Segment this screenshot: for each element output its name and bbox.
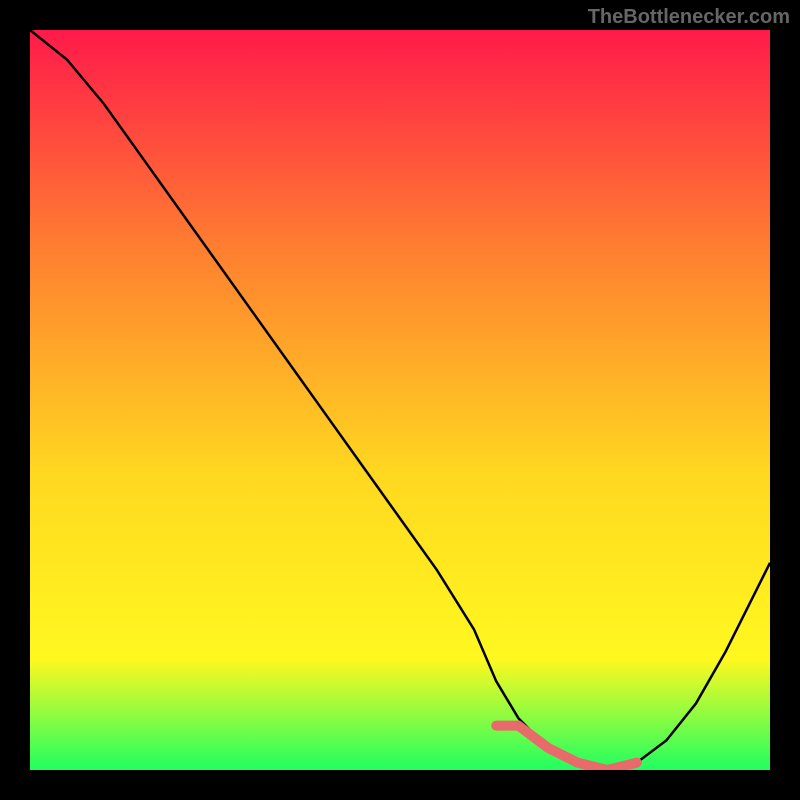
chart-container: TheBottlenecker.com — [0, 0, 800, 800]
gradient-background — [30, 30, 770, 770]
chart-svg — [30, 30, 770, 770]
chart-plot-area — [30, 30, 770, 770]
watermark-text: TheBottlenecker.com — [588, 6, 790, 29]
